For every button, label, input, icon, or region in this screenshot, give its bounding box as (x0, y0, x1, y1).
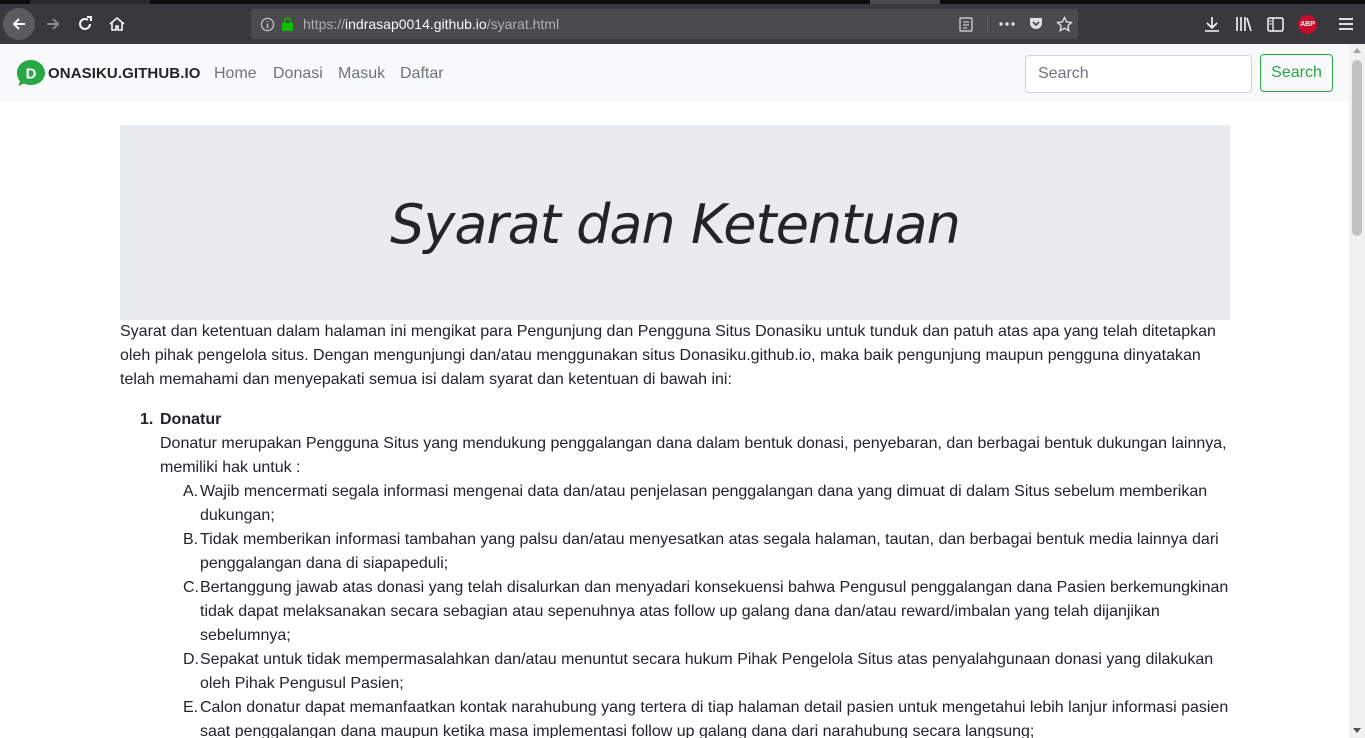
list-item: E. Calon donatur dapat memanfaatkan konta… (183, 696, 1230, 738)
pocket-icon[interactable] (1027, 15, 1045, 33)
sidebar-icon[interactable] (1266, 15, 1284, 33)
section-description: Donatur merupakan Pengguna Situs yang me… (160, 435, 1227, 476)
info-icon[interactable] (259, 16, 275, 32)
item-letter: B. (183, 531, 199, 548)
search-button[interactable]: Search (1260, 54, 1333, 92)
downloads-icon[interactable] (1203, 15, 1221, 33)
item-letter: E. (183, 699, 199, 716)
back-button[interactable] (3, 8, 35, 40)
search-input[interactable] (1025, 55, 1252, 93)
item-letter: D. (183, 651, 199, 668)
page-actions-icon[interactable] (998, 16, 1016, 32)
adblock-icon[interactable]: ABP (1298, 15, 1317, 34)
item-letter: C. (183, 579, 199, 596)
page-title: Syarat dan Ketentuan (390, 193, 961, 256)
list-item: B. Tidak memberikan informasi tambahan ya… (183, 528, 1230, 576)
site-navbar: D ONASIKU.GITHUB.IO Home Donasi Masuk Da… (0, 44, 1349, 101)
brand-text: ONASIKU.GITHUB.IO (48, 64, 201, 82)
brand-link[interactable]: D ONASIKU.GITHUB.IO (15, 59, 201, 87)
item-text: Calon donatur dapat memanfaatkan kontak … (200, 699, 1229, 738)
adblock-label: ABP (1300, 21, 1315, 28)
item-text: Tidak memberikan informasi tambahan yang… (200, 531, 1219, 572)
brand-letter: D (26, 66, 37, 83)
item-text: Wajib mencermati segala informasi mengen… (200, 483, 1208, 524)
url-bar[interactable]: https://indrasap0014.github.io/syarat.ht… (251, 9, 1078, 39)
section-items: A. Wajib mencermati segala informasi meng… (160, 480, 1230, 738)
item-text: Bertanggung jawab atas donasi yang telah… (200, 579, 1229, 644)
home-button[interactable] (101, 8, 133, 40)
jumbotron: Syarat dan Ketentuan (120, 125, 1230, 320)
list-item: A. Wajib mencermati segala informasi meng… (183, 480, 1230, 528)
terms-list: 1. Donatur Donatur merupakan Pengguna Si… (120, 408, 1230, 738)
url-prefix: https:// (303, 16, 346, 32)
scroll-down-arrow-icon[interactable] (1353, 728, 1361, 733)
list-item: D. Sepakat untuk tidak mempermasalahkan d… (183, 648, 1230, 696)
section-number: 1. (140, 411, 154, 428)
back-arrow-icon (12, 18, 25, 30)
terms-content: Syarat dan ketentuan dalam halaman ini m… (120, 320, 1230, 738)
nav-link-home[interactable]: Home (214, 65, 257, 83)
browser-toolbar: https://indrasap0014.github.io/syarat.ht… (0, 4, 1365, 44)
library-icon[interactable] (1234, 15, 1254, 33)
item-text: Sepakat untuk tidak mempermasalahkan dan… (200, 651, 1214, 692)
intro-paragraph: Syarat dan ketentuan dalam halaman ini m… (120, 323, 1216, 388)
reload-icon (79, 16, 92, 30)
url-path: /syarat.html (486, 16, 560, 32)
section-title: Donatur (160, 411, 222, 428)
urlbar-separator (987, 16, 988, 32)
page-scrollbar[interactable] (1349, 44, 1365, 738)
reload-button[interactable] (69, 8, 101, 40)
bookmark-star-icon[interactable] (1055, 15, 1073, 33)
nav-link-masuk[interactable]: Masuk (338, 65, 385, 83)
hamburger-menu-icon[interactable] (1337, 15, 1355, 33)
list-item: C. Bertanggung jawab atas donasi yang tel… (183, 576, 1230, 648)
url-text[interactable]: https://indrasap0014.github.io/syarat.ht… (303, 16, 559, 32)
home-icon (109, 16, 125, 31)
forward-arrow-icon (47, 18, 60, 30)
url-host: indrasap0014.github.io (345, 16, 487, 32)
terms-section: 1. Donatur Donatur merupakan Pengguna Si… (140, 408, 1230, 738)
scroll-thumb[interactable] (1352, 60, 1362, 236)
reader-view-icon[interactable] (958, 16, 974, 32)
lock-icon[interactable] (279, 16, 295, 32)
scroll-up-arrow-icon[interactable] (1353, 48, 1361, 53)
nav-link-daftar[interactable]: Daftar (400, 65, 444, 83)
nav-link-donasi[interactable]: Donasi (273, 65, 323, 83)
donasiku-logo-icon: D (17, 60, 45, 86)
forward-button[interactable] (37, 8, 69, 40)
item-letter: A. (183, 483, 199, 500)
